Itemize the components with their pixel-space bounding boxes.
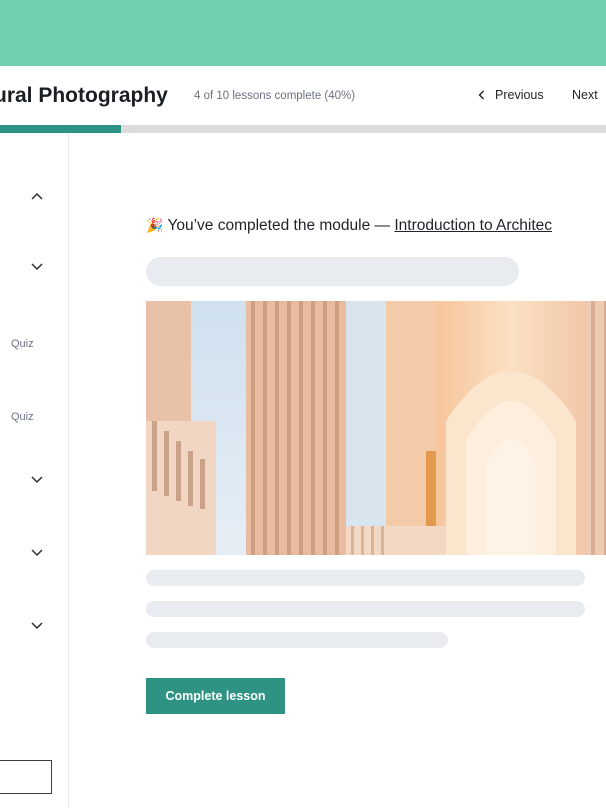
- sidebar-quiz-label[interactable]: Quiz: [11, 411, 34, 423]
- complete-lesson-button[interactable]: Complete lesson: [146, 678, 285, 714]
- course-title: ural Photography: [0, 84, 168, 107]
- top-banner: [0, 0, 606, 66]
- chevron-down-icon[interactable]: [30, 474, 44, 484]
- lesson-sidebar: Quiz Quiz: [0, 133, 69, 808]
- sidebar-bottom-button[interactable]: [0, 760, 52, 794]
- course-progress-fill: [0, 125, 121, 133]
- chevron-left-icon: [478, 88, 485, 102]
- lesson-progress-text: 4 of 10 lessons complete (40%): [194, 90, 356, 102]
- next-label: Next: [572, 88, 598, 102]
- previous-label: Previous: [495, 88, 544, 102]
- lesson-content: 🎉 You’ve completed the module — Introduct…: [69, 133, 606, 808]
- skeleton-line: [146, 601, 585, 617]
- chevron-up-icon[interactable]: [30, 192, 44, 202]
- chevron-down-icon[interactable]: [30, 620, 44, 630]
- module-link[interactable]: Introduction to Architec: [394, 217, 552, 234]
- module-complete-message: 🎉 You’ve completed the module — Introduct…: [146, 217, 552, 235]
- skeleton-line: [146, 632, 448, 648]
- lesson-hero-image: [146, 301, 606, 555]
- chevron-down-icon[interactable]: [30, 547, 44, 557]
- course-progress-bar: [0, 125, 606, 133]
- previous-button[interactable]: Previous: [478, 88, 544, 102]
- chevron-down-icon[interactable]: [30, 261, 44, 271]
- skeleton-line: [146, 570, 585, 586]
- skeleton-bar: [146, 257, 519, 286]
- next-button[interactable]: Next: [572, 88, 598, 102]
- course-header: ural Photography 4 of 10 lessons complet…: [0, 66, 606, 125]
- sidebar-quiz-label[interactable]: Quiz: [11, 338, 34, 350]
- module-complete-text: You’ve completed the module —: [167, 217, 391, 234]
- party-popper-icon: 🎉: [146, 217, 164, 233]
